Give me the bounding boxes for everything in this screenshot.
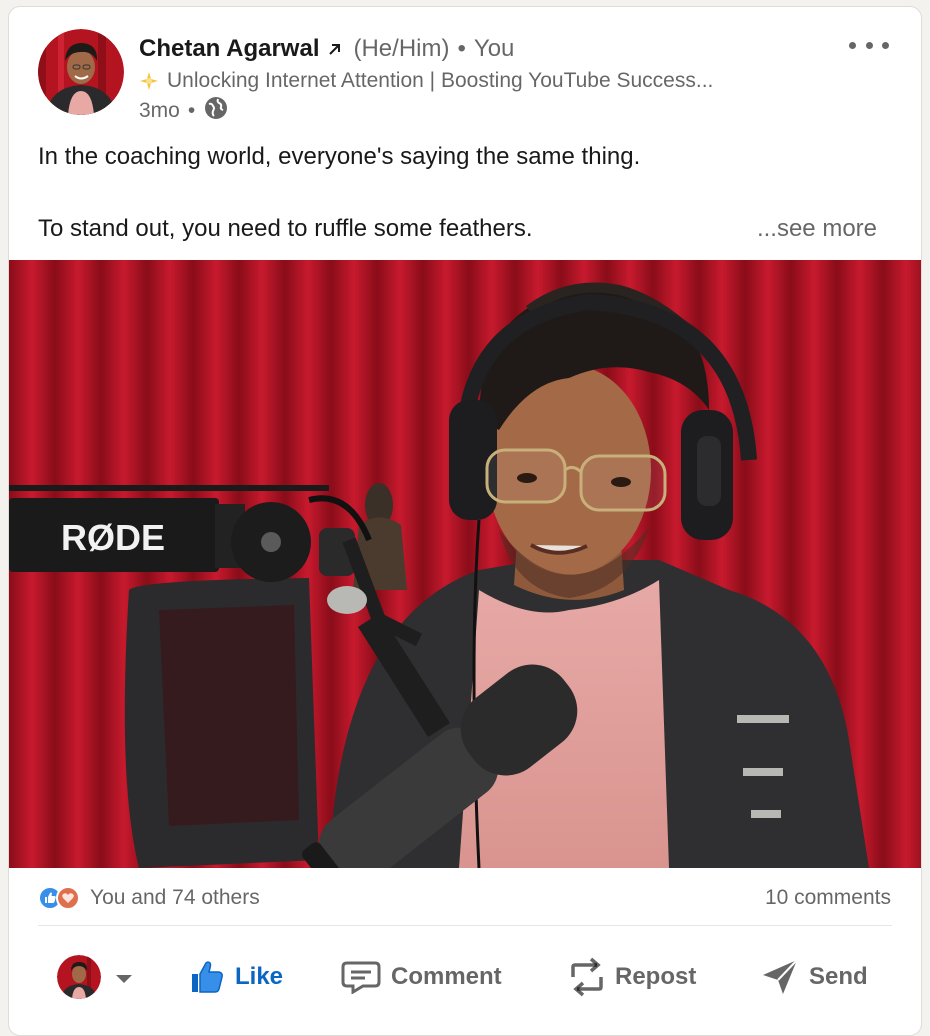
reactions-summary[interactable]: You and 74 others — [38, 883, 260, 913]
current-user-avatar — [57, 955, 101, 999]
repost-icon — [571, 957, 603, 997]
reactions-count[interactable]: You and 74 others — [90, 886, 260, 910]
comment-label: Comment — [391, 963, 502, 990]
comment-button[interactable]: Comment — [341, 947, 502, 1007]
comment-bubble-icon — [341, 961, 381, 994]
reaction-icons — [38, 886, 80, 910]
send-icon — [763, 959, 798, 994]
separator-dot: • — [187, 99, 196, 122]
post-text-line: To stand out, you need to ruffle some fe… — [38, 215, 533, 242]
globe-icon — [203, 95, 229, 127]
send-button[interactable]: Send — [761, 947, 868, 1007]
author-name-row: Chetan Agarwal (He/Him) • You — [139, 33, 514, 65]
author-name[interactable]: Chetan Agarwal — [139, 35, 319, 63]
divider — [38, 925, 892, 926]
action-bar: Like Comment Repost Send — [9, 947, 921, 1007]
see-more-link[interactable]: ...see more — [757, 215, 877, 243]
post-time[interactable]: 3mo — [139, 99, 180, 123]
reacting-as-selector[interactable] — [57, 947, 143, 1007]
thumbs-up-icon — [192, 961, 223, 993]
more-options-icon[interactable] — [849, 35, 889, 55]
rode-logo-text: RØDE — [61, 517, 165, 558]
post-meta: 3mo • — [139, 97, 229, 125]
send-label: Send — [809, 963, 868, 990]
sparkle-icon — [139, 71, 159, 91]
like-button[interactable]: Like — [189, 947, 283, 1007]
like-label: Like — [235, 963, 284, 990]
separator-dot: • — [457, 35, 466, 62]
post-text-line: In the coaching world, everyone's saying… — [38, 143, 641, 170]
post-card: Chetan Agarwal (He/Him) • You Unlocking … — [8, 6, 922, 1036]
repost-button[interactable]: Repost — [569, 947, 696, 1007]
chevron-down-icon — [115, 963, 143, 991]
author-headline: Unlocking Internet Attention | Boosting … — [167, 69, 714, 92]
author-pronouns: (He/Him) — [353, 35, 450, 62]
connection-degree: You — [473, 35, 515, 62]
love-reaction-icon — [56, 886, 80, 910]
author-avatar[interactable] — [38, 29, 124, 115]
external-link-arrow-icon — [327, 41, 343, 57]
post-image[interactable]: RØDE — [9, 260, 921, 868]
repost-label: Repost — [615, 963, 697, 990]
author-headline-row: Unlocking Internet Attention | Boosting … — [139, 67, 779, 95]
comments-count[interactable]: 10 comments — [765, 883, 891, 913]
